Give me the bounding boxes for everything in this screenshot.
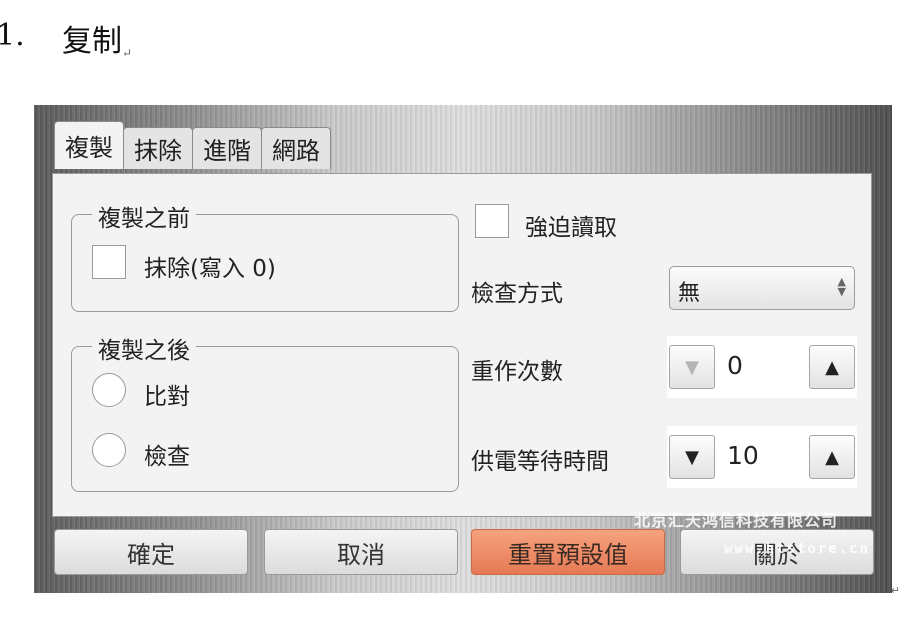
check-method-label: 檢查方式: [471, 281, 563, 307]
before-copy-legend: 複製之前: [92, 199, 196, 233]
watermark-company: 北京汇天鸿信科技有限公司: [634, 511, 839, 530]
triangle-down-icon: ▼: [685, 356, 699, 378]
tab-network[interactable]: 網路: [261, 127, 331, 169]
tab-erase[interactable]: 抹除: [123, 127, 193, 169]
watermark-url: www.htstore.cn: [724, 541, 871, 557]
cancel-button[interactable]: 取消: [264, 529, 458, 575]
retry-count-value[interactable]: 0: [727, 351, 743, 380]
ok-button[interactable]: 確定: [54, 529, 248, 575]
check-radio[interactable]: [92, 433, 126, 467]
power-wait-value[interactable]: 10: [727, 441, 759, 470]
retry-increment-button[interactable]: ▲: [809, 345, 855, 389]
heading-label: 复制: [62, 24, 122, 59]
heading-text: 复制↵: [62, 16, 132, 60]
reset-defaults-button[interactable]: 重置預設值: [471, 529, 665, 575]
check-method-select[interactable]: 無 ▲ ▼: [669, 266, 855, 310]
power-wait-increment-button[interactable]: ▲: [809, 435, 855, 479]
retry-decrement-button[interactable]: ▼: [669, 345, 715, 389]
after-copy-legend: 複製之後: [92, 331, 196, 365]
triangle-up-icon: ▲: [825, 446, 839, 468]
heading-number: 1.: [0, 18, 25, 53]
check-label: 檢查: [144, 444, 190, 470]
paragraph-mark-end: ↵: [890, 584, 900, 597]
check-method-value: 無: [678, 281, 701, 306]
tab-bar: 複製 抹除 進階 網路: [54, 121, 331, 169]
erase-checkbox[interactable]: [92, 245, 126, 279]
power-wait-label: 供電等待時間: [471, 449, 609, 475]
erase-label: 抹除(寫入 0): [144, 256, 276, 282]
tab-copy[interactable]: 複製: [54, 121, 124, 169]
before-copy-group: 複製之前 抹除(寫入 0): [71, 199, 459, 312]
tab-panel-copy: 複製之前 抹除(寫入 0) 複製之後 比對 檢查 強迫讀取 檢查方式 無 ▲ ▼ …: [52, 173, 872, 517]
updown-arrows-icon: ▲ ▼: [837, 275, 846, 298]
power-wait-spinbox: ▼ 10 ▲: [667, 426, 857, 488]
triangle-up-icon: ▲: [825, 356, 839, 378]
force-read-checkbox[interactable]: [475, 204, 509, 238]
triangle-down-icon: ▼: [685, 446, 699, 468]
compare-radio[interactable]: [92, 373, 126, 407]
retry-count-spinbox: ▼ 0 ▲: [667, 336, 857, 398]
paragraph-mark: ↵: [122, 46, 133, 60]
power-wait-decrement-button[interactable]: ▼: [669, 435, 715, 479]
force-read-label: 強迫讀取: [525, 215, 617, 241]
compare-label: 比對: [144, 384, 190, 410]
tab-advanced[interactable]: 進階: [192, 127, 262, 169]
after-copy-group: 複製之後 比對 檢查: [71, 331, 459, 492]
copy-settings-dialog: 複製 抹除 進階 網路 複製之前 抹除(寫入 0) 複製之後 比對 檢查 強迫讀…: [34, 105, 892, 593]
retry-count-label: 重作次數: [471, 359, 563, 385]
